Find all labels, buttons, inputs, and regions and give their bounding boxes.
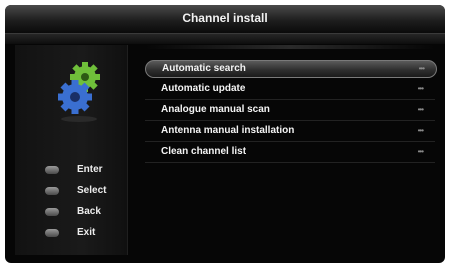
menu-top-divider bbox=[145, 45, 435, 49]
more-icon: ••• bbox=[417, 105, 424, 114]
legend-item-enter: Enter bbox=[15, 163, 127, 179]
title-bar: Channel install bbox=[5, 5, 445, 34]
arrow-button-icon bbox=[45, 187, 59, 195]
more-icon: ••• bbox=[417, 147, 424, 156]
legend-item-back: Back bbox=[15, 205, 127, 221]
back-button-icon bbox=[45, 208, 59, 216]
more-icon: ••• bbox=[417, 126, 424, 135]
header-stripe bbox=[5, 34, 445, 44]
tv-menu-screen: Channel install Enter Select Back Exit A… bbox=[5, 5, 445, 263]
menu-item-clean-channel-list[interactable]: Clean channel list ••• bbox=[145, 144, 435, 163]
menu-item-antenna-manual-installation[interactable]: Antenna manual installation ••• bbox=[145, 123, 435, 142]
legend-item-select: Select bbox=[15, 184, 127, 200]
ok-button-icon bbox=[45, 166, 59, 174]
more-icon: ••• bbox=[418, 64, 425, 73]
page-title: Channel install bbox=[182, 11, 268, 25]
left-panel: Enter Select Back Exit bbox=[15, 45, 128, 255]
settings-gears-icon bbox=[53, 57, 113, 127]
exit-button-icon bbox=[45, 229, 59, 237]
menu-item-analogue-manual-scan[interactable]: Analogue manual scan ••• bbox=[145, 102, 435, 121]
menu-item-automatic-search[interactable]: Automatic search ••• bbox=[145, 60, 437, 78]
more-icon: ••• bbox=[417, 84, 424, 93]
legend-item-exit: Exit bbox=[15, 226, 127, 242]
menu-item-automatic-update[interactable]: Automatic update ••• bbox=[145, 81, 435, 100]
